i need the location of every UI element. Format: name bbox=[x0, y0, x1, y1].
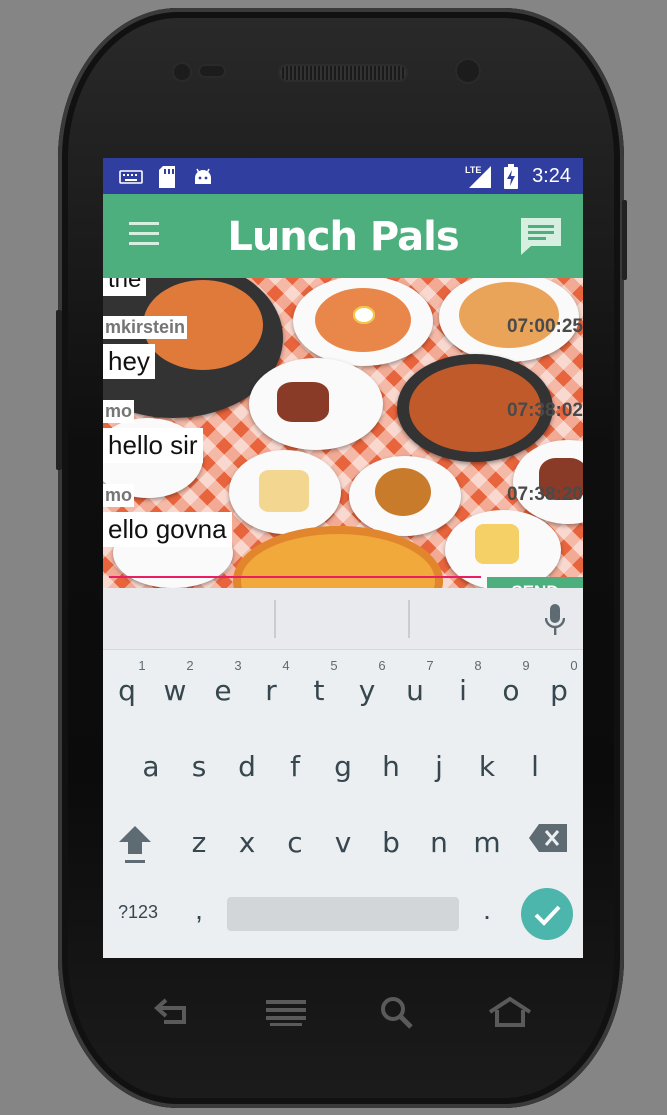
suggestion-divider bbox=[274, 600, 276, 638]
message-timestamp: 07:00:25 bbox=[506, 316, 583, 337]
battery-charging-icon bbox=[504, 164, 518, 189]
app-title: Lunch Pals bbox=[227, 214, 459, 260]
key-o[interactable]: 9o bbox=[487, 652, 535, 722]
keyboard-icon bbox=[119, 170, 143, 184]
key-x[interactable]: x bbox=[223, 804, 271, 874]
message-text: ello govna bbox=[103, 512, 232, 547]
chat-icon[interactable] bbox=[519, 216, 563, 256]
soft-keyboard: 1q 2w 3e 4r 5t 6y 7u 8i 9o 0p a s d f g … bbox=[103, 588, 583, 958]
checkmark-icon bbox=[534, 905, 561, 926]
search-icon[interactable] bbox=[380, 996, 414, 1030]
partial-message-text: the bbox=[103, 278, 147, 296]
key-y[interactable]: 6y bbox=[343, 652, 391, 722]
key-u[interactable]: 7u bbox=[391, 652, 439, 722]
send-button[interactable]: SEND bbox=[487, 577, 583, 588]
home-icon[interactable] bbox=[488, 996, 532, 1028]
key-r[interactable]: 4r bbox=[247, 652, 295, 722]
chat-area[interactable]: the mkirstein 07:00:25 hey mo 07:38:02 h… bbox=[103, 278, 583, 588]
lte-signal-icon: LTE bbox=[465, 165, 491, 188]
message-timestamp: 07:38:20 bbox=[506, 484, 583, 505]
key-c[interactable]: c bbox=[271, 804, 319, 874]
message-username: mo bbox=[103, 400, 134, 423]
key-p[interactable]: 0p bbox=[535, 652, 583, 722]
device-screen: LTE 3:24 Lunch Pals the mkirstein 07:00:… bbox=[103, 158, 583, 958]
key-s[interactable]: s bbox=[175, 728, 223, 798]
key-q[interactable]: 1q bbox=[103, 652, 151, 722]
message-username: mo bbox=[103, 484, 134, 507]
app-bar: Lunch Pals bbox=[103, 194, 583, 278]
sd-card-icon bbox=[159, 166, 175, 188]
message-username: mkirstein bbox=[103, 316, 188, 339]
android-icon bbox=[195, 168, 211, 184]
symbols-key[interactable]: ?123 bbox=[115, 902, 161, 923]
power-button bbox=[622, 200, 627, 280]
message-text: hey bbox=[103, 344, 155, 379]
clock: 3:24 bbox=[532, 165, 571, 187]
key-i[interactable]: 8i bbox=[439, 652, 487, 722]
key-m[interactable]: m bbox=[463, 804, 511, 874]
key-a[interactable]: a bbox=[127, 728, 175, 798]
earpiece-speaker bbox=[278, 64, 408, 82]
key-b[interactable]: b bbox=[367, 804, 415, 874]
message-input[interactable] bbox=[109, 576, 481, 578]
key-h[interactable]: h bbox=[367, 728, 415, 798]
light-sensor bbox=[198, 64, 226, 78]
spacebar[interactable] bbox=[227, 897, 459, 931]
microphone-icon[interactable] bbox=[545, 604, 565, 636]
period-key[interactable]: . bbox=[475, 894, 499, 926]
key-d[interactable]: d bbox=[223, 728, 271, 798]
enter-key[interactable] bbox=[521, 888, 573, 940]
message-text: hello sir bbox=[103, 428, 203, 463]
key-f[interactable]: f bbox=[271, 728, 319, 798]
key-n[interactable]: n bbox=[415, 804, 463, 874]
key-v[interactable]: v bbox=[319, 804, 367, 874]
key-l[interactable]: l bbox=[511, 728, 559, 798]
suggestion-divider bbox=[408, 600, 410, 638]
menu-icon[interactable] bbox=[266, 996, 306, 1028]
back-icon[interactable] bbox=[154, 996, 192, 1028]
proximity-sensor bbox=[172, 62, 192, 82]
shift-icon[interactable] bbox=[117, 824, 153, 866]
key-w[interactable]: 2w bbox=[151, 652, 199, 722]
key-e[interactable]: 3e bbox=[199, 652, 247, 722]
key-j[interactable]: j bbox=[415, 728, 463, 798]
message-timestamp: 07:38:02 bbox=[506, 400, 583, 421]
key-t[interactable]: 5t bbox=[295, 652, 343, 722]
front-camera bbox=[455, 58, 481, 84]
comma-key[interactable]: , bbox=[187, 894, 211, 926]
key-k[interactable]: k bbox=[463, 728, 511, 798]
key-z[interactable]: z bbox=[175, 804, 223, 874]
status-bar: LTE 3:24 bbox=[103, 158, 583, 194]
volume-button bbox=[56, 310, 62, 470]
suggestion-strip bbox=[103, 588, 583, 650]
backspace-icon[interactable] bbox=[529, 824, 567, 852]
svg-text:LTE: LTE bbox=[465, 165, 481, 175]
key-g[interactable]: g bbox=[319, 728, 367, 798]
